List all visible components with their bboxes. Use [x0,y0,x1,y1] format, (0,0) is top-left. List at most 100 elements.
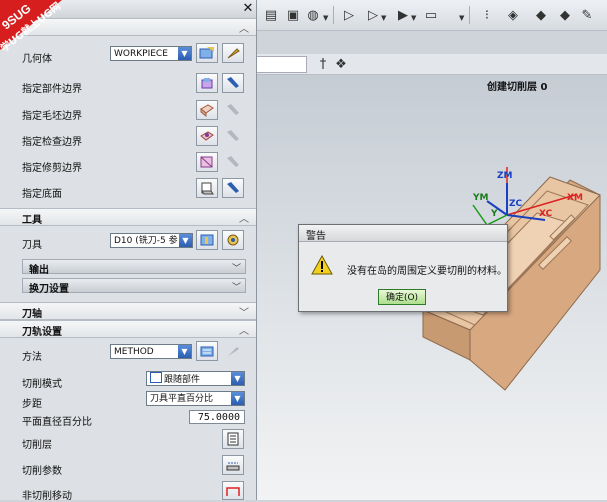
xm-axis-label: XM [567,193,583,203]
specify-blank-boundary-label: 指定毛坯边界 [22,111,82,122]
method-value: METHOD [114,347,154,357]
chevron-down-icon[interactable]: ▼ [323,14,328,22]
part-boundary-icon[interactable] [196,73,218,93]
chevron-down-icon[interactable]: ▼ [459,14,464,22]
output-label: 输出 [29,265,49,276]
warning-message: 没有在岛的周围定义要切削的材料。 [347,266,507,277]
stepover-label: 步距 [22,399,42,410]
zm-axis-label: ZM [497,171,513,181]
flashlight-disabled-icon [222,152,244,172]
generate-path-icon[interactable]: ▷ [339,5,359,25]
follow-part-icon [150,372,162,383]
cut-pattern-select[interactable]: 跟随部件 ▼ [146,371,245,386]
new-method-icon[interactable] [196,341,218,361]
edit-object-icon[interactable]: ✎ [577,5,597,25]
chevron-down-icon[interactable]: ▼ [231,372,244,385]
section-path-settings-label: 刀轨设置 [22,327,62,338]
report-icon[interactable]: ▣ [283,5,303,25]
shapes-icon[interactable]: ◆ [531,5,551,25]
cut-parameters-label: 切削参数 [22,466,62,477]
tool-change-group[interactable]: 换刀设置 ﹀ [22,278,246,295]
chevron-down-icon[interactable]: ▼ [178,47,191,60]
trim-boundary-icon[interactable] [196,152,218,172]
method-select[interactable]: METHOD ▼ [110,344,192,359]
stepover-value: 刀具平直百分比 [150,394,214,404]
main-toolbar: ▤ ▣ ◍ ▼ ▷ ▷ ▼ ▶ ▼ ▭ ▼ ⁝ ◈ ◆ ◆ ✎ [255,0,607,31]
workpiece-select[interactable]: WORKPIECE ▼ [110,46,192,61]
cut-levels-icon[interactable] [222,429,244,449]
chevron-down-icon[interactable]: ▼ [178,345,191,358]
chevron-down-icon[interactable]: ﹀ [232,261,241,274]
operation-dialog: ✕ ︿ 几何体 WORKPIECE ▼ 指定部件边界 指定毛坯边界 指定检查边界… [0,0,257,502]
wrench-disabled-icon [222,341,244,361]
feature-icon[interactable]: ⁝ [477,5,497,25]
tool-value: D10 (铣刀-5 参 [114,236,178,246]
ym-axis-label: YM [473,193,489,203]
section-path-settings[interactable]: 刀轨设置 ︿ [0,320,256,338]
9sug-logo: 9SUG 学UG就上UG网 [0,0,63,54]
selection-bar: † ❖ [255,54,607,75]
cut-pattern-value: 跟随部件 [164,375,201,385]
non-cutting-moves-icon[interactable] [222,481,244,500]
postprocess-icon[interactable]: ▭ [421,5,441,25]
tool-change-label: 换刀设置 [29,284,69,295]
flashlight-icon[interactable] [222,178,244,198]
stepover-select[interactable]: 刀具平直百分比 ▼ [146,391,245,406]
chevron-down-icon[interactable]: ▼ [179,234,192,247]
chevron-down-icon[interactable]: ▼ [231,392,244,405]
verify-path-icon[interactable]: ▶ [393,5,413,25]
method-label: 方法 [22,352,42,363]
chevron-up-icon[interactable]: ︿ [239,210,249,225]
tool-select[interactable]: D10 (铣刀-5 参 ▼ [110,233,193,248]
chevron-down-icon[interactable]: ﹀ [239,304,249,319]
snap-icon[interactable]: † [313,54,333,74]
section-tool-label: 工具 [22,215,42,226]
flat-diameter-percent-label: 平面直径百分比 [22,417,92,428]
blank-boundary-icon[interactable] [196,100,218,120]
warning-title: 警告 [306,231,326,242]
shapes2-icon[interactable]: ◆ [555,5,575,25]
y-axis-label: Y [491,209,498,219]
new-tool-icon[interactable] [196,230,218,250]
ok-button[interactable]: 确定(O) [378,289,426,305]
section-tool[interactable]: 工具 ︿ [0,208,256,226]
zc-axis-label: ZC [509,199,523,209]
floor-plane-icon[interactable] [196,178,218,198]
flat-diameter-percent-input[interactable]: 75.0000 [189,410,245,424]
warning-titlebar[interactable] [299,225,507,242]
xc-axis-label: XC [539,209,553,219]
specify-trim-boundary-label: 指定修剪边界 [22,163,82,174]
status-text: 创建切削层 0 [487,82,548,93]
cut-levels-label: 切削层 [22,440,52,451]
toolbar-separator [333,6,334,24]
chevron-up-icon[interactable]: ︿ [239,322,249,337]
flashlight-disabled-icon [222,100,244,120]
warning-dialog: 警告 没有在岛的周围定义要切削的材料。 确定(O) [298,224,508,312]
close-icon[interactable]: ✕ [242,2,254,15]
flashlight-icon[interactable] [222,73,244,93]
toolbar-separator [469,6,470,24]
feature-edit-icon[interactable]: ◈ [503,5,523,25]
chevron-down-icon[interactable]: ▼ [381,14,386,22]
chevron-down-icon[interactable]: ﹀ [232,280,241,293]
new-geometry-icon[interactable] [196,43,218,63]
output-group[interactable]: 输出 ﹀ [22,259,246,276]
display-options-icon[interactable]: ◍ [303,5,323,25]
snap-point-icon[interactable]: ❖ [331,54,351,74]
section-tool-axis[interactable]: 刀轴 ﹀ [0,302,256,320]
wrench-icon[interactable] [222,43,244,63]
edit-tool-icon[interactable] [222,230,244,250]
check-boundary-icon[interactable] [196,126,218,146]
chevron-down-icon[interactable]: ▼ [411,14,416,22]
specify-floor-label: 指定底面 [22,189,62,200]
table-icon[interactable]: ▤ [261,5,281,25]
warning-icon [311,255,333,275]
specify-part-boundary-label: 指定部件边界 [22,84,82,95]
section-tool-axis-label: 刀轴 [22,309,42,320]
replay-path-icon[interactable]: ▷ [363,5,383,25]
cut-parameters-icon[interactable] [222,455,244,475]
type-filter-select[interactable] [255,56,307,73]
tool-label: 刀具 [22,240,42,251]
chevron-up-icon[interactable]: ︿ [239,20,249,35]
cut-pattern-label: 切削模式 [22,379,62,390]
